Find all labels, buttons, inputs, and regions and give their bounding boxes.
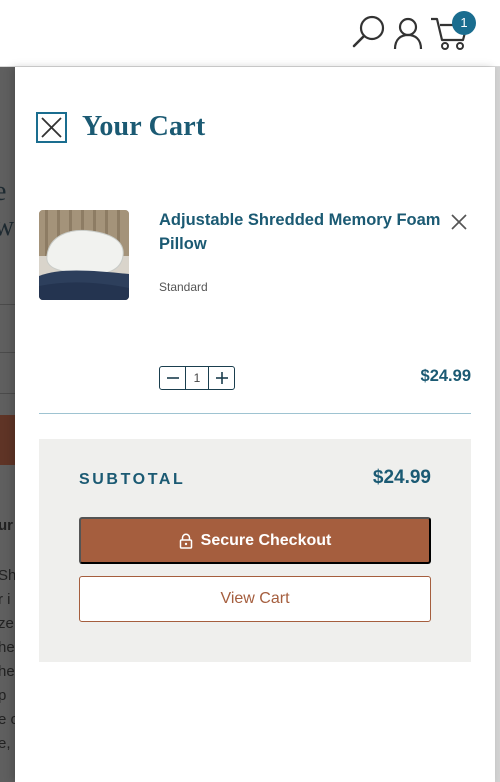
cart-count-badge: 1 [452, 11, 476, 35]
background-text: ur [0, 517, 13, 534]
subtotal-label: SUBTOTAL [79, 471, 186, 488]
background-text: r i [0, 591, 11, 608]
close-cart-button[interactable] [36, 112, 67, 143]
search-icon[interactable] [350, 14, 388, 50]
product-variant: Standard [159, 280, 208, 294]
background-text: e, [0, 735, 11, 752]
decrease-quantity-button[interactable] [160, 367, 185, 389]
secure-checkout-button[interactable]: Secure Checkout [79, 517, 431, 564]
cart-summary: SUBTOTAL $24.99 Secure Checkout View Car… [39, 439, 471, 662]
background-heading-fragment: w [0, 211, 15, 242]
background-text: ze [0, 615, 14, 632]
account-icon[interactable] [392, 16, 424, 50]
remove-item-button[interactable] [450, 213, 468, 231]
background-text: Sh [0, 567, 17, 584]
quantity-stepper: 1 [159, 366, 235, 390]
drawer-scrollbar[interactable] [495, 67, 500, 782]
lock-icon [179, 533, 192, 549]
cart-title: Your Cart [82, 111, 206, 142]
plus-icon [215, 372, 228, 384]
pillow-image [39, 210, 129, 300]
quantity-input[interactable]: 1 [185, 367, 209, 389]
background-text: he [0, 663, 15, 680]
view-cart-button[interactable]: View Cart [79, 576, 431, 622]
secure-checkout-label: Secure Checkout [200, 531, 332, 549]
cart-drawer: Your Cart Adjustable Shredded Memory Foa… [15, 67, 495, 782]
divider [39, 413, 471, 414]
minus-icon [166, 377, 179, 379]
close-icon [451, 214, 467, 230]
product-image[interactable] [39, 210, 129, 300]
background-text: p [0, 687, 7, 704]
close-icon [41, 117, 62, 138]
increase-quantity-button[interactable] [209, 367, 234, 389]
product-name-link[interactable]: Adjustable Shredded Memory Foam Pillow [159, 208, 449, 256]
subtotal-value: $24.99 [372, 467, 431, 488]
site-header: 1 [0, 0, 500, 67]
item-price: $24.99 [420, 367, 471, 385]
